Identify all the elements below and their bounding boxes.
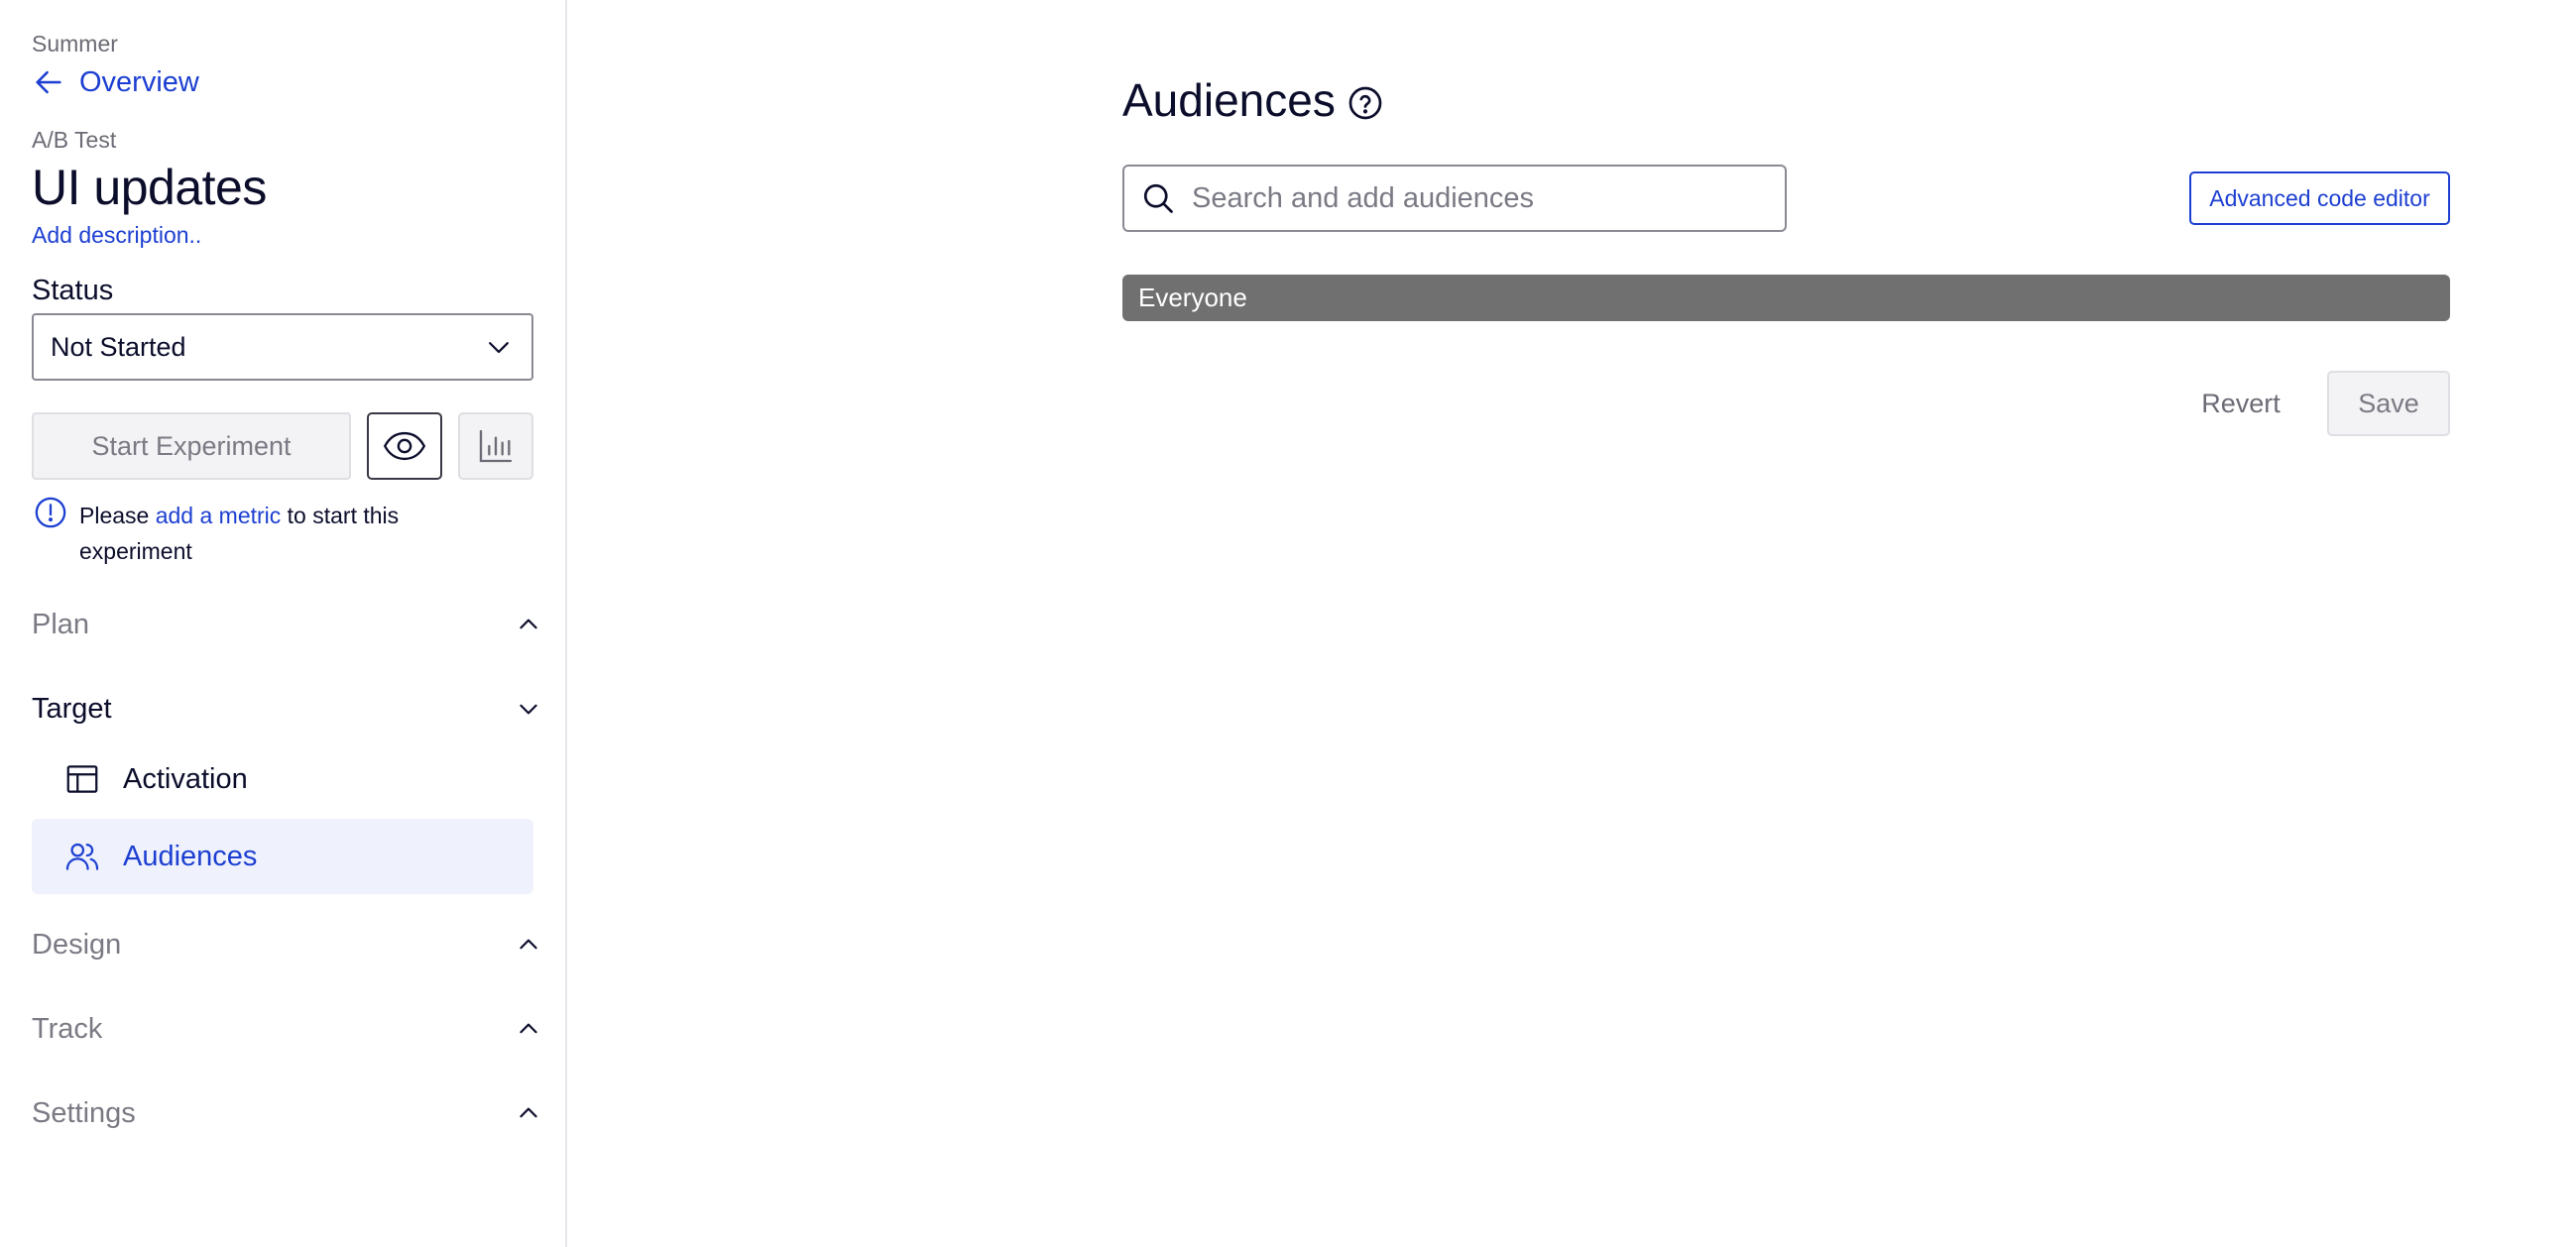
section-settings-label: Settings: [32, 1096, 136, 1129]
audience-search: [1122, 165, 1787, 232]
section-target-label: Target: [32, 692, 112, 725]
section-design[interactable]: Design: [32, 925, 541, 964]
sidebar-item-activation-label: Activation: [123, 762, 248, 795]
start-experiment-button[interactable]: Start Experiment: [32, 412, 351, 480]
page-title-text: Audiences: [1122, 74, 1336, 126]
metric-notice: Please add a metric to start this experi…: [79, 498, 476, 569]
bar-chart-icon: [479, 429, 513, 463]
section-plan-label: Plan: [32, 608, 90, 640]
page-title: Audiences: [1122, 73, 1383, 127]
section-settings[interactable]: Settings: [32, 1093, 541, 1133]
info-circle-icon: [35, 497, 66, 528]
overview-back-link[interactable]: Overview: [32, 65, 199, 99]
status-label: Status: [32, 275, 114, 306]
experiment-title: UI updates: [32, 160, 267, 215]
search-icon: [1143, 183, 1173, 213]
section-plan[interactable]: Plan: [32, 605, 541, 644]
sidebar-item-activation[interactable]: Activation: [32, 741, 533, 817]
chevron-up-icon: [520, 619, 537, 629]
audience-search-input[interactable]: [1192, 181, 1767, 215]
question-circle-icon[interactable]: [1347, 85, 1383, 121]
eye-icon: [383, 431, 426, 461]
overview-label: Overview: [79, 65, 199, 98]
chevron-down-icon: [520, 704, 537, 715]
section-design-label: Design: [32, 928, 122, 961]
revert-button[interactable]: Revert: [2181, 371, 2300, 436]
save-button[interactable]: Save: [2327, 371, 2450, 436]
status-value: Not Started: [51, 331, 186, 362]
chevron-up-icon: [520, 1023, 537, 1034]
chevron-down-icon: [489, 342, 509, 354]
results-button[interactable]: [458, 412, 533, 480]
chevron-up-icon: [520, 1107, 537, 1118]
add-metric-link[interactable]: add a metric: [156, 503, 282, 528]
project-name: Summer: [32, 31, 118, 57]
notice-prefix: Please: [79, 503, 150, 528]
sidebar: Summer Overview A/B Test UI updates Add …: [0, 0, 567, 1247]
arrow-left-icon: [36, 70, 61, 94]
add-description-link[interactable]: Add description..: [32, 222, 201, 249]
section-track[interactable]: Track: [32, 1009, 541, 1049]
chevron-up-icon: [520, 939, 537, 950]
sidebar-item-audiences-label: Audiences: [123, 840, 258, 872]
section-target[interactable]: Target: [32, 689, 541, 729]
status-dropdown[interactable]: Not Started: [32, 313, 533, 381]
section-track-label: Track: [32, 1012, 103, 1045]
users-icon: [65, 843, 99, 870]
experiment-type: A/B Test: [32, 127, 117, 153]
advanced-code-editor-button[interactable]: Advanced code editor: [2189, 171, 2450, 225]
sidebar-item-audiences[interactable]: Audiences: [32, 819, 533, 894]
preview-button[interactable]: [367, 412, 442, 480]
audience-condition-everyone: Everyone: [1122, 275, 2450, 321]
layout-icon: [66, 765, 98, 793]
